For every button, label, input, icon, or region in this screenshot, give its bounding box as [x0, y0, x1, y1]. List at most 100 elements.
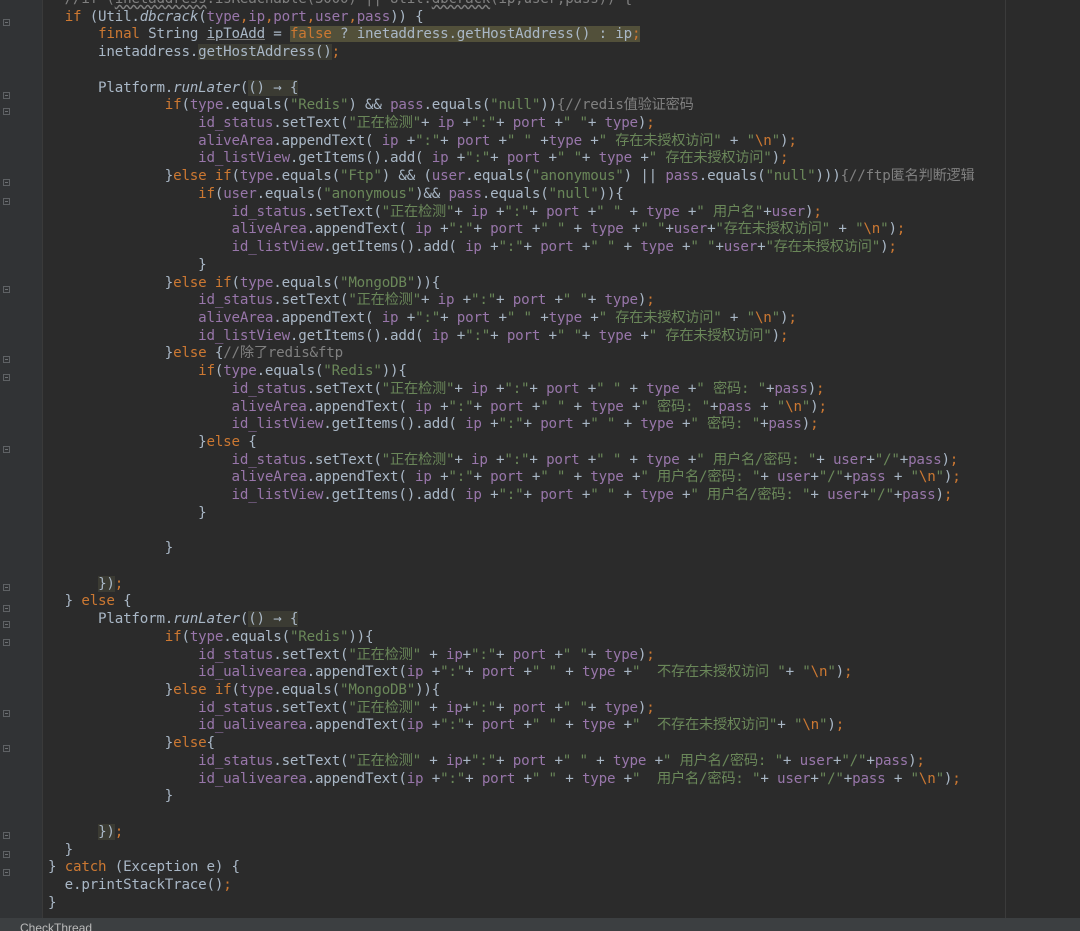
code-line[interactable]: id_ualivearea.appendText(ip +":"+ port +… — [48, 771, 975, 789]
code-token: } — [48, 859, 65, 876]
code-token: ) — [771, 150, 781, 167]
code-line[interactable]: e.printStackTrace(); — [48, 877, 975, 895]
code-line[interactable]: Platform.runLater(() → { — [48, 611, 975, 629]
code-line[interactable]: aliveArea.appendText( ip +":"+ port +" "… — [48, 221, 975, 239]
code-line[interactable]: } — [48, 842, 975, 860]
fold-toggle-icon[interactable] — [3, 92, 10, 99]
fold-toggle-icon[interactable] — [3, 286, 10, 293]
fold-toggle-icon[interactable] — [3, 108, 10, 115]
code-token: + — [440, 132, 457, 149]
code-line[interactable]: if(type.equals("Redis")){ — [48, 363, 975, 381]
code-line[interactable]: id_ualivearea.appendText(ip +":"+ port +… — [48, 664, 975, 682]
fold-toggle-icon[interactable] — [3, 745, 10, 752]
code-line[interactable]: }else if(type.equals("MongoDB")){ — [48, 682, 975, 700]
fold-toggle-icon[interactable] — [3, 19, 10, 26]
fold-toggle-icon[interactable] — [3, 179, 10, 186]
fold-toggle-icon[interactable] — [3, 639, 10, 646]
code-line[interactable]: }else if(type.equals("Ftp") && (user.equ… — [48, 168, 975, 186]
code-token: " 存在未授权访问" — [648, 327, 772, 344]
code-line[interactable]: } — [48, 540, 975, 558]
code-line[interactable]: id_status.setText("正在检测" + ip+":"+ port … — [48, 753, 975, 771]
code-token: ":" — [504, 451, 530, 468]
fold-toggle-icon[interactable] — [3, 356, 10, 363]
code-line[interactable]: }); — [48, 823, 975, 842]
code-token: + — [465, 664, 482, 681]
code-line[interactable]: } — [48, 257, 975, 275]
code-editor[interactable]: //if (inetaddress.isReachable(3000) || U… — [0, 0, 1080, 918]
code-line[interactable] — [48, 62, 975, 80]
code-line[interactable]: id_status.setText("正在检测"+ ip +":"+ port … — [48, 292, 975, 310]
code-line[interactable]: id_status.setText("正在检测" + ip+":"+ port … — [48, 647, 975, 665]
code-token: " — [910, 770, 920, 787]
code-token: pass — [908, 451, 942, 468]
code-line[interactable]: id_listView.getItems().add( ip +":"+ por… — [48, 239, 975, 257]
code-token: .equals( — [481, 185, 549, 202]
code-line[interactable] — [48, 523, 975, 541]
code-line[interactable]: } — [48, 895, 975, 913]
code-line[interactable]: //if (inetaddress.isReachable(3000) || U… — [48, 0, 975, 9]
code-token: " " — [690, 239, 716, 256]
code-line[interactable]: }else { — [48, 434, 975, 452]
code-token: catch — [64, 859, 107, 876]
code-token: " — [802, 664, 811, 681]
fold-toggle-icon[interactable] — [3, 374, 10, 381]
fold-toggle-icon[interactable] — [3, 605, 10, 612]
code-line[interactable]: if (Util.dbcrack(type,ip,port,user,pass)… — [48, 9, 975, 27]
fold-toggle-icon[interactable] — [3, 832, 10, 839]
code-line[interactable]: if(user.equals("anonymous")&& pass.equal… — [48, 186, 975, 204]
code-line[interactable]: } — [48, 505, 975, 523]
code-token: " — [776, 398, 786, 415]
code-line[interactable]: id_status.setText("正在检测" + ip+":"+ port … — [48, 700, 975, 718]
code-text[interactable]: //if (inetaddress.isReachable(3000) || U… — [48, 0, 975, 912]
fold-toggle-icon[interactable] — [3, 584, 10, 591]
code-line[interactable]: inetaddress.getHostAddress(); — [48, 44, 975, 62]
code-line[interactable]: aliveArea.appendText( ip +":"+ port +" "… — [48, 133, 975, 151]
code-token: ; — [818, 398, 827, 415]
code-token: " " — [531, 664, 557, 681]
fold-toggle-icon[interactable] — [3, 198, 10, 205]
code-line[interactable]: aliveArea.appendText( ip +":"+ port +" "… — [48, 310, 975, 328]
code-line[interactable]: aliveArea.appendText( ip +":"+ port +" "… — [48, 399, 975, 417]
code-token: type — [640, 239, 674, 256]
code-line[interactable]: }else {//除了redis&ftp — [48, 345, 975, 363]
fold-toggle-icon[interactable] — [3, 621, 10, 628]
code-line[interactable]: }else if(type.equals("MongoDB")){ — [48, 275, 975, 293]
code-line[interactable]: id_status.setText("正在检测"+ ip +":"+ port … — [48, 204, 975, 222]
code-token: "Redis" — [323, 363, 382, 380]
code-token: \n — [754, 132, 772, 149]
code-token: " 密码: " — [690, 416, 761, 433]
fold-toggle-icon[interactable] — [3, 710, 10, 717]
code-line[interactable]: id_listView.getItems().add( ip +":"+ por… — [48, 328, 975, 346]
code-line[interactable] — [48, 806, 975, 824]
code-line[interactable]: if(type.equals("Redis")){ — [48, 629, 975, 647]
fold-toggle-icon[interactable] — [3, 869, 10, 876]
code-line[interactable] — [48, 558, 975, 576]
code-line[interactable]: id_status.setText("正在检测"+ ip +":"+ port … — [48, 115, 975, 133]
code-line[interactable]: if(type.equals("Redis") && pass.equals("… — [48, 97, 975, 115]
code-token: } — [48, 788, 174, 805]
code-token: id_status — [198, 292, 274, 309]
code-line[interactable]: } catch (Exception e) { — [48, 859, 975, 877]
code-line[interactable]: } else { — [48, 593, 975, 611]
code-line[interactable]: id_ualivearea.appendText(ip +":"+ port +… — [48, 717, 975, 735]
code-line[interactable]: }); — [48, 575, 975, 594]
code-token: + — [646, 752, 664, 769]
code-line[interactable]: id_status.setText("正在检测"+ ip +":"+ port … — [48, 452, 975, 470]
code-line[interactable]: aliveArea.appendText( ip +":"+ port +" "… — [48, 469, 975, 487]
code-token: type — [590, 221, 624, 238]
code-line[interactable]: id_status.setText("正在检测"+ ip +":"+ port … — [48, 381, 975, 399]
fold-toggle-icon[interactable] — [3, 446, 10, 453]
code-token: } — [48, 168, 174, 185]
code-token: ( — [231, 168, 241, 185]
code-token: ip — [471, 203, 488, 220]
code-token: type — [604, 646, 639, 663]
code-line[interactable]: id_listView.getItems().add( ip +":"+ por… — [48, 487, 975, 505]
code-line[interactable]: id_listView.getItems().add( ip +":"+ por… — [48, 416, 975, 434]
code-line[interactable]: }else{ — [48, 735, 975, 753]
code-line[interactable]: id_listView.getItems().add( ip +":"+ por… — [48, 150, 975, 168]
code-line[interactable]: Platform.runLater(() → { — [48, 79, 975, 98]
code-line[interactable]: } — [48, 788, 975, 806]
code-line[interactable]: final String ipToAdd = false ? inetaddre… — [48, 26, 975, 44]
fold-toggle-icon[interactable] — [3, 851, 10, 858]
